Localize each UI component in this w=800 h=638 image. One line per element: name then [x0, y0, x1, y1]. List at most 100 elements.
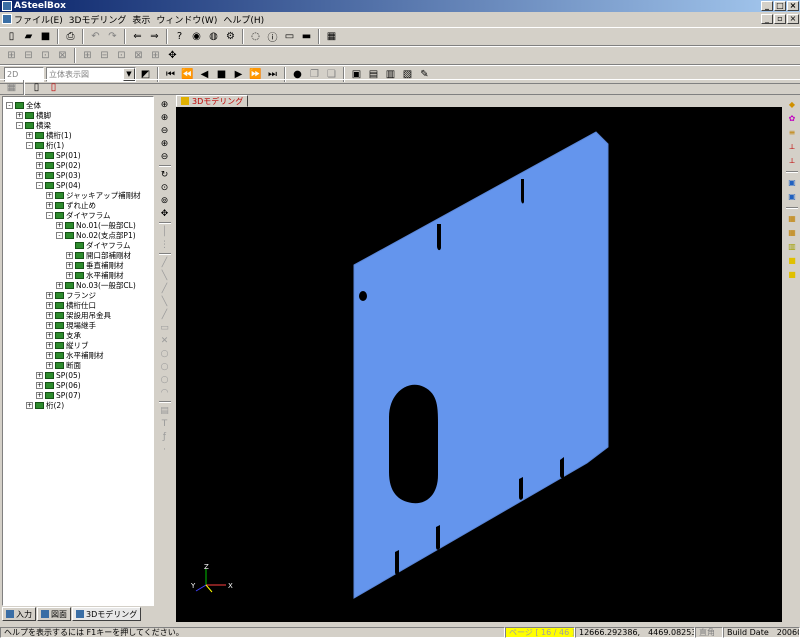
dots-tool-icon[interactable]: ⋮	[158, 239, 171, 251]
more-tools-icon[interactable]: ·	[158, 444, 171, 456]
settings-icon[interactable]: ⚙	[223, 29, 238, 44]
collapse-icon[interactable]: -	[36, 181, 43, 189]
layout-icon[interactable]: ▦	[324, 29, 339, 44]
draw-circle2-icon[interactable]: ○	[158, 361, 171, 373]
tree-node[interactable]: + 縦リブ	[46, 340, 89, 350]
zoom-plus-icon[interactable]: ⊕	[158, 138, 171, 150]
tool-f-icon[interactable]: ⊟	[97, 48, 112, 63]
tool-lines-icon[interactable]: ≡	[786, 127, 798, 139]
document-red-icon[interactable]: ▯	[46, 80, 61, 95]
expand-icon[interactable]: +	[16, 111, 23, 119]
expand-icon[interactable]: +	[46, 351, 53, 359]
minimize-button[interactable]: _	[761, 1, 773, 11]
tool-e-icon[interactable]: ⊞	[80, 48, 95, 63]
expand-icon[interactable]: +	[26, 131, 33, 139]
tool-yellow-icon[interactable]: ◆	[786, 99, 798, 111]
tree-node[interactable]: + 現場継手	[46, 320, 96, 330]
draw-arc-icon[interactable]: ◠	[158, 387, 171, 399]
tool-color-icon[interactable]: ✿	[786, 113, 798, 125]
tree-node[interactable]: - ダイヤフラム	[46, 210, 111, 220]
expand-icon[interactable]: +	[46, 321, 53, 329]
zoom-out-icon[interactable]: ⊖	[158, 125, 171, 137]
tool-i-icon[interactable]: ⊞	[148, 48, 163, 63]
draw-line4-icon[interactable]: ╲	[158, 296, 171, 308]
tree-node[interactable]: + 横桁仕口	[46, 300, 96, 310]
expand-icon[interactable]: +	[46, 361, 53, 369]
mdi-restore-button[interactable]: ▫	[774, 14, 786, 24]
tool-g-icon[interactable]: ⊡	[114, 48, 129, 63]
document-new-icon[interactable]: ▯	[29, 80, 44, 95]
steel-plate[interactable]	[353, 131, 609, 599]
tree-node[interactable]: + 桁(2)	[26, 400, 64, 410]
tree-node[interactable]: + 架設用吊金具	[46, 310, 111, 320]
expand-icon[interactable]: +	[36, 381, 43, 389]
tree-node[interactable]: + No.01(一般部CL)	[56, 220, 136, 230]
tree-node[interactable]: + 開口部補剛材	[66, 250, 131, 260]
expand-icon[interactable]: +	[46, 191, 53, 199]
panel-icon[interactable]: ▬	[299, 29, 314, 44]
tool-cube2-icon[interactable]: ▣	[786, 191, 798, 203]
expand-icon[interactable]: +	[56, 221, 63, 229]
collapse-icon[interactable]: -	[46, 211, 53, 219]
target-icon[interactable]: ◉	[189, 29, 204, 44]
tree-node[interactable]: + フランジ	[46, 290, 96, 300]
tree-node[interactable]: + SP(07)	[36, 390, 81, 400]
menu-help[interactable]: ヘルプ(H)	[223, 13, 264, 26]
expand-icon[interactable]: +	[46, 311, 53, 319]
tab-drawing[interactable]: 図面	[37, 607, 71, 621]
tree-node[interactable]: - No.02(支点部P1)	[56, 230, 136, 240]
tree-node[interactable]: + 断面	[46, 360, 81, 370]
3d-viewport[interactable]: Z Y X	[176, 107, 782, 622]
expand-icon[interactable]: +	[56, 281, 63, 289]
tab-input[interactable]: 入力	[2, 607, 36, 621]
move-icon[interactable]: ✥	[165, 48, 180, 63]
tool-axis-icon[interactable]: ⟂	[786, 141, 798, 153]
tree-node[interactable]: + SP(02)	[36, 160, 81, 170]
collapse-icon[interactable]: -	[26, 141, 33, 149]
tool-axis2-icon[interactable]: ⟂	[786, 155, 798, 167]
tool-h-icon[interactable]: ⊠	[131, 48, 146, 63]
tree-node[interactable]: + 横桁(1)	[26, 130, 72, 140]
print-icon[interactable]: ⎙	[63, 29, 78, 44]
menu-view[interactable]: 表示	[132, 13, 150, 26]
expand-icon[interactable]: +	[36, 391, 43, 399]
tree-node[interactable]: + SP(01)	[36, 150, 81, 160]
tree-node[interactable]: - 横梁	[16, 120, 51, 130]
back-arrow-icon[interactable]: ⇐	[130, 29, 145, 44]
tree-node[interactable]: + SP(03)	[36, 170, 81, 180]
info-icon[interactable]: ⓘ	[265, 29, 280, 44]
close-button[interactable]: ×	[787, 1, 799, 11]
collapse-icon[interactable]: -	[56, 231, 63, 239]
tool-box5-icon[interactable]: ■	[786, 269, 798, 281]
globe-icon[interactable]: ◍	[206, 29, 221, 44]
draw-line-icon[interactable]: ╱	[158, 257, 171, 269]
draw-circle-icon[interactable]: ○	[158, 348, 171, 360]
open-folder-icon[interactable]: ▰	[21, 29, 36, 44]
zoom-all-icon[interactable]: ⊚	[158, 195, 171, 207]
tree-node[interactable]: + 横脚	[16, 110, 51, 120]
tree-node[interactable]: + ずれ止め	[46, 200, 96, 210]
tool-a-icon[interactable]: ⊞	[4, 48, 19, 63]
tool-b-icon[interactable]: ⊟	[21, 48, 36, 63]
draw-line2-icon[interactable]: ╲	[158, 270, 171, 282]
select-icon[interactable]: ◌	[248, 29, 263, 44]
menu-file[interactable]: ファイル(E)	[14, 13, 63, 26]
tree-node[interactable]: + ジャッキアップ補剛材	[46, 190, 141, 200]
layer-icon[interactable]: ▤	[158, 405, 171, 417]
tree-node[interactable]: - 全体	[6, 100, 41, 110]
tree-node[interactable]: + SP(06)	[36, 380, 81, 390]
zoom-in-icon[interactable]: ⊕	[158, 112, 171, 124]
expand-icon[interactable]: +	[66, 251, 73, 259]
draw-rect-icon[interactable]: ▭	[158, 322, 171, 334]
tree-node[interactable]: + 支承	[46, 330, 81, 340]
tree-node[interactable]: + 垂直補剛材	[66, 260, 124, 270]
tool-cube-icon[interactable]: ▣	[786, 177, 798, 189]
tool-d-icon[interactable]: ⊠	[55, 48, 70, 63]
draw-x-icon[interactable]: ✕	[158, 335, 171, 347]
forward-arrow-icon[interactable]: ⇒	[147, 29, 162, 44]
grid-icon[interactable]: ▦	[4, 80, 19, 95]
undo-icon[interactable]: ↶	[88, 29, 103, 44]
tree-node[interactable]: + 水平補剛材	[66, 270, 124, 280]
ruler-icon[interactable]: ▭	[282, 29, 297, 44]
expand-icon[interactable]: +	[26, 401, 33, 409]
